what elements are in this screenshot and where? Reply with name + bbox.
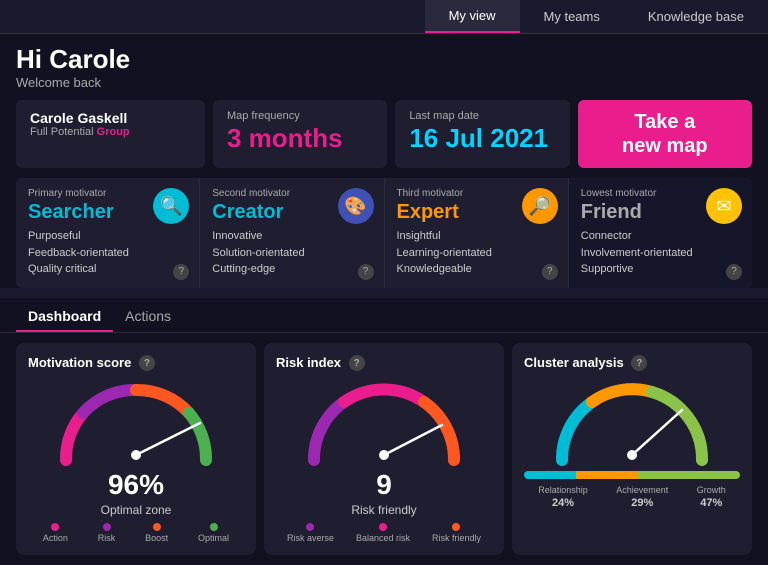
map-frequency-value: 3 months <box>227 124 373 153</box>
second-traits: InnovativeSolution-orientatedCutting-edg… <box>212 228 371 278</box>
legend-risk-averse: Risk averse <box>287 523 334 543</box>
tab-dashboard[interactable]: Dashboard <box>16 302 113 332</box>
user-name: Carole Gaskell <box>30 110 191 126</box>
cluster-legend: Relationship 24% Achievement 29% Growth … <box>524 485 740 509</box>
legend-risk: Risk <box>98 523 116 543</box>
second-help-icon[interactable]: ? <box>358 264 374 280</box>
cluster-legend-relationship: Relationship 24% <box>538 485 588 509</box>
cluster-help-icon[interactable]: ? <box>631 355 647 371</box>
dashboard-tabs: Dashboard Actions <box>0 298 768 333</box>
legend-action: Action <box>43 523 68 543</box>
cluster-gauge-container <box>524 375 740 465</box>
second-icon: 🎨 <box>338 188 374 224</box>
risk-index-title: Risk index ? <box>276 355 492 372</box>
nav-tab-knowledge-base[interactable]: Knowledge base <box>624 0 768 33</box>
cluster-title: Cluster analysis ? <box>524 355 740 372</box>
motivator-second: Second motivator Creator 🎨 InnovativeSol… <box>200 178 384 288</box>
motivation-gauge-container: 96% Optimal zone <box>28 375 244 517</box>
user-group: Full Potential Group <box>30 126 191 138</box>
cluster-legend-achievement: Achievement 29% <box>616 485 668 509</box>
map-frequency-card: Map frequency 3 months <box>213 100 387 168</box>
cluster-bar-growth <box>638 471 740 479</box>
legend-risk-dot <box>103 523 111 531</box>
cluster-gauge-svg <box>552 375 712 465</box>
third-icon: 🔎 <box>522 188 558 224</box>
risk-legend: Risk averse Balanced risk Risk friendly <box>276 523 492 543</box>
motivation-gauge-svg <box>56 375 216 465</box>
primary-help-icon[interactable]: ? <box>173 264 189 280</box>
lowest-traits: ConnectorInvolvement-orientatedSupportiv… <box>581 228 740 278</box>
gauge-row: Motivation score ? 96% Optimal zone <box>0 333 768 565</box>
cluster-bar-relationship <box>524 471 576 479</box>
legend-risk-averse-dot <box>306 523 314 531</box>
user-card: Carole Gaskell Full Potential Group <box>16 100 205 168</box>
legend-balanced-risk: Balanced risk <box>356 523 410 543</box>
motivator-primary: Primary motivator Searcher 🔍 PurposefulF… <box>16 178 200 288</box>
motivation-score-card: Motivation score ? 96% Optimal zone <box>16 343 256 556</box>
motivation-score-title: Motivation score ? <box>28 355 244 372</box>
third-help-icon[interactable]: ? <box>542 264 558 280</box>
risk-gauge-container: 9 Risk friendly <box>276 375 492 517</box>
nav-tab-my-teams[interactable]: My teams <box>520 0 624 33</box>
primary-icon: 🔍 <box>153 188 189 224</box>
cluster-bars <box>524 471 740 479</box>
motivation-sub: Optimal zone <box>101 503 172 517</box>
risk-gauge-svg <box>304 375 464 465</box>
cta-text: Take anew map <box>622 110 708 158</box>
legend-risk-friendly-dot <box>452 523 460 531</box>
greeting-title: Hi Carole <box>16 44 752 75</box>
last-map-card: Last map date 16 Jul 2021 <box>395 100 569 168</box>
risk-sub: Risk friendly <box>351 503 416 517</box>
risk-index-card: Risk index ? 9 Risk friendly Risk averse <box>264 343 504 556</box>
legend-boost-dot <box>153 523 161 531</box>
motivators-row: Primary motivator Searcher 🔍 PurposefulF… <box>16 178 752 288</box>
motivation-value: 96% <box>108 469 164 501</box>
risk-help-icon[interactable]: ? <box>349 355 365 371</box>
top-navigation: My view My teams Knowledge base <box>0 0 768 34</box>
motivation-help-icon[interactable]: ? <box>139 355 155 371</box>
last-map-value: 16 Jul 2021 <box>409 124 555 153</box>
stats-row: Carole Gaskell Full Potential Group Map … <box>16 100 752 168</box>
motivation-legend: Action Risk Boost Optimal <box>28 523 244 543</box>
nav-tab-my-view[interactable]: My view <box>425 0 520 33</box>
cluster-bar-achievement <box>576 471 639 479</box>
legend-optimal: Optimal <box>198 523 229 543</box>
tab-actions[interactable]: Actions <box>113 302 183 332</box>
map-frequency-label: Map frequency <box>227 110 373 122</box>
take-new-map-button[interactable]: Take anew map <box>578 100 752 168</box>
lowest-icon: ✉ <box>706 188 742 224</box>
legend-action-dot <box>51 523 59 531</box>
risk-value: 9 <box>376 469 392 501</box>
legend-boost: Boost <box>145 523 168 543</box>
legend-optimal-dot <box>210 523 218 531</box>
third-traits: InsightfulLearning-orientatedKnowledgeab… <box>397 228 556 278</box>
last-map-label: Last map date <box>409 110 555 122</box>
motivator-third: Third motivator Expert 🔎 InsightfulLearn… <box>385 178 569 288</box>
greeting-sub: Welcome back <box>16 75 752 90</box>
primary-traits: PurposefulFeedback-orientatedQuality cri… <box>28 228 187 278</box>
legend-balanced-dot <box>379 523 387 531</box>
cluster-legend-growth: Growth 47% <box>697 485 726 509</box>
motivator-lowest: Lowest motivator Friend ✉ ConnectorInvol… <box>569 178 752 288</box>
legend-risk-friendly: Risk friendly <box>432 523 481 543</box>
cluster-analysis-card: Cluster analysis ? Relations <box>512 343 752 556</box>
header-section: Hi Carole Welcome back Carole Gaskell Fu… <box>0 34 768 288</box>
lowest-help-icon[interactable]: ? <box>726 264 742 280</box>
